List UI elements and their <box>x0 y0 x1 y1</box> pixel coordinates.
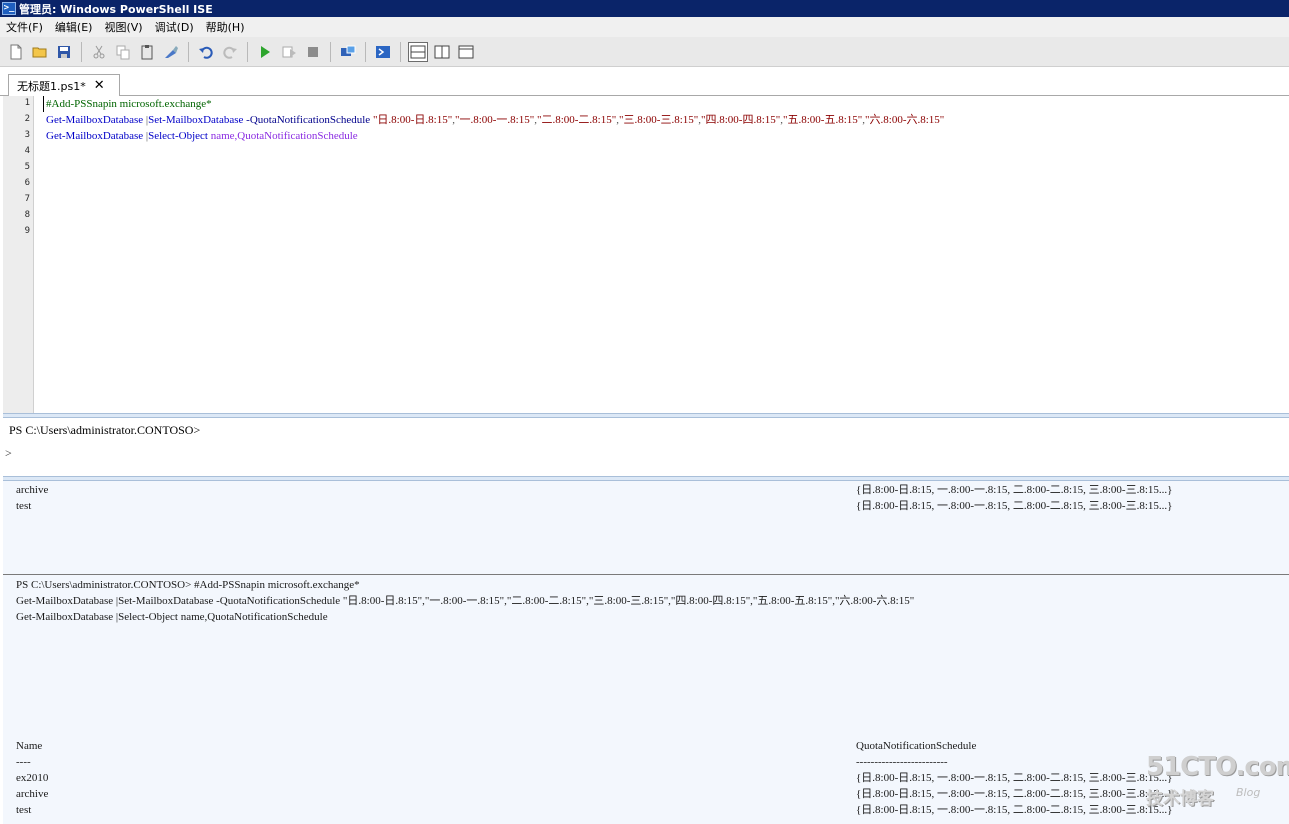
output-pane: archive {日.8:00-日.8:15, 一.8:00-一.8:15, 二… <box>3 481 1289 824</box>
line-number: 5 <box>24 162 30 172</box>
close-icon[interactable]: ✕ <box>94 78 105 93</box>
toolbar-separator <box>330 41 331 62</box>
stop-icon[interactable] <box>303 42 323 62</box>
toolbar-separator <box>247 41 248 62</box>
line-number: 4 <box>24 146 30 156</box>
line-number: 9 <box>24 226 30 236</box>
line-number: 6 <box>24 178 30 188</box>
command-prompt: PS C:\Users\administrator.CONTOSO> <box>9 423 201 437</box>
code-token: Select-Object <box>148 130 208 142</box>
code-token: Get-MailboxDatabase <box>46 130 144 142</box>
output-name: archive <box>16 484 49 496</box>
code-token: "六.8:00-六.8:15" <box>865 114 945 126</box>
output-divider <box>3 574 1289 575</box>
new-file-icon[interactable] <box>6 42 26 62</box>
code-token: "三.8:00-三.8:15" <box>618 114 699 126</box>
column-underline-name: ---- <box>16 756 31 768</box>
menu-help[interactable]: 帮助(H) <box>200 19 251 35</box>
column-header-name: Name <box>16 740 43 752</box>
layout-top-icon[interactable] <box>408 41 428 62</box>
copy-icon[interactable] <box>113 42 133 62</box>
echo-line: Get-MailboxDatabase |Select-Object name,… <box>16 611 328 623</box>
menu-debug[interactable]: 调试(D) <box>149 19 200 35</box>
save-icon[interactable] <box>54 42 74 62</box>
menu-view[interactable]: 视图(V) <box>98 19 148 35</box>
output-name: ex2010 <box>16 772 49 784</box>
output-name: test <box>16 500 32 512</box>
watermark-caption: 技术博客 <box>1146 789 1214 809</box>
line-number: 8 <box>24 210 30 220</box>
code-token: -QuotaNotificationSchedule <box>243 114 371 126</box>
code-line[interactable]: #Add-PSSnapin microsoft.exchange* <box>46 96 212 112</box>
tab-untitled1[interactable]: 无标题1.ps1* ✕ <box>8 74 120 97</box>
line-number: 7 <box>24 194 30 204</box>
continuation-prompt: > <box>5 446 12 460</box>
output-schedule: {日.8:00-日.8:15, 一.8:00-一.8:15, 二.8:00-二.… <box>856 484 1173 496</box>
toolbar-separator <box>400 41 401 62</box>
line-number: 2 <box>24 114 30 124</box>
window-title: 管理员: Windows PowerShell ISE <box>19 2 213 16</box>
watermark-site: 51CTO.com <box>1146 752 1289 782</box>
watermark-logo: 51CTO.com 技术博客 Blog <box>1144 752 1289 812</box>
layout-max-icon[interactable] <box>456 42 476 62</box>
powershell-icon[interactable] <box>373 42 393 62</box>
cut-icon[interactable] <box>89 42 109 62</box>
watermark-blog: Blog <box>1236 786 1261 799</box>
code-token: Get-MailboxDatabase <box>46 114 144 126</box>
line-number: 1 <box>24 98 30 108</box>
text-caret <box>43 96 44 112</box>
open-file-icon[interactable] <box>30 42 50 62</box>
code-token: "五.8:00-五.8:15" <box>783 114 863 126</box>
toolbar-separator <box>365 41 366 62</box>
code-token: "四.8:00-四.8:15" <box>701 114 781 126</box>
line-number: 3 <box>24 130 30 140</box>
run-selection-icon[interactable] <box>279 42 299 62</box>
remote-tab-icon[interactable] <box>338 42 358 62</box>
code-line[interactable]: Get-MailboxDatabase |Select-Object name,… <box>46 128 358 144</box>
paste-icon[interactable] <box>137 42 157 62</box>
pane-splitter[interactable] <box>3 413 1289 418</box>
powershell-icon: >_ <box>2 2 16 15</box>
toolbar-separator <box>81 41 82 62</box>
script-editor[interactable]: 1 2 3 4 5 6 7 8 9 #Add-PSSnapin microsof… <box>3 96 1289 414</box>
output-schedule: {日.8:00-日.8:15, 一.8:00-一.8:15, 二.8:00-二.… <box>856 500 1173 512</box>
layout-right-icon[interactable] <box>432 42 452 62</box>
code-token: "二.8:00-二.8:15" <box>536 114 617 126</box>
column-underline-schedule: ------------------------- <box>856 756 948 768</box>
menu-file[interactable]: 文件(F) <box>0 19 49 35</box>
output-name: test <box>16 804 32 816</box>
code-token: "日.8:00-日.8:15" <box>370 114 453 126</box>
code-token: Set-MailboxDatabase <box>148 114 244 126</box>
output-name: archive <box>16 788 49 800</box>
run-icon[interactable] <box>255 42 275 62</box>
output-schedule: {日.8:00-日.8:15, 一.8:00-一.8:15, 二.8:00-二.… <box>856 788 1173 800</box>
toolbar-separator <box>188 41 189 62</box>
toolbar <box>0 37 1289 67</box>
menu-bar: 文件(F) 编辑(E) 视图(V) 调试(D) 帮助(H) <box>0 17 1289 37</box>
menu-edit[interactable]: 编辑(E) <box>49 19 99 35</box>
column-header-schedule: QuotaNotificationSchedule <box>856 740 977 752</box>
clear-icon[interactable] <box>161 42 181 62</box>
echo-line: PS C:\Users\administrator.CONTOSO> #Add-… <box>16 579 360 591</box>
output-schedule: {日.8:00-日.8:15, 一.8:00-一.8:15, 二.8:00-二.… <box>856 804 1173 816</box>
echo-line: Get-MailboxDatabase |Set-MailboxDatabase… <box>16 595 915 607</box>
tab-label: 无标题1.ps1* <box>17 79 86 93</box>
code-token: #Add-PSSnapin microsoft.exchange* <box>46 98 212 110</box>
undo-icon[interactable] <box>196 42 216 62</box>
code-token: "一.8:00-一.8:15" <box>454 114 535 126</box>
line-number-gutter: 1 2 3 4 5 6 7 8 9 <box>3 96 34 414</box>
redo-icon[interactable] <box>220 42 240 62</box>
tab-strip: 无标题1.ps1* ✕ <box>0 68 1289 97</box>
code-token: name,QuotaNotificationSchedule <box>207 130 358 142</box>
output-schedule: {日.8:00-日.8:15, 一.8:00-一.8:15, 二.8:00-二.… <box>856 772 1173 784</box>
title-bar: >_ 管理员: Windows PowerShell ISE <box>0 0 1289 17</box>
command-pane[interactable]: PS C:\Users\administrator.CONTOSO> > <box>3 420 1289 476</box>
code-line[interactable]: Get-MailboxDatabase |Set-MailboxDatabase… <box>46 112 944 128</box>
